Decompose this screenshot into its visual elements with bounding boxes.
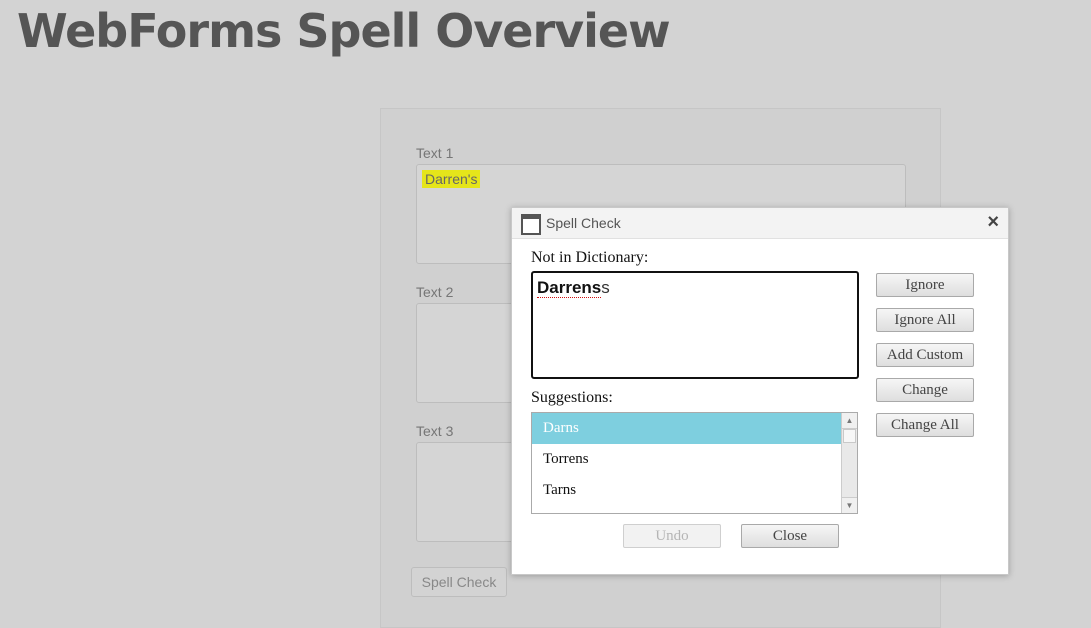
ignore-button[interactable]: Ignore [876, 273, 974, 297]
page-title: WebForms Spell Overview [17, 4, 671, 58]
suggestion-item[interactable]: Darns [532, 413, 841, 444]
text1-highlighted-word: Darren's [422, 170, 481, 188]
close-button[interactable]: Close [741, 524, 839, 548]
close-icon[interactable]: × [987, 211, 999, 234]
dialog-title: Spell Check [546, 215, 621, 231]
suggestion-item[interactable]: Tarns [532, 475, 841, 506]
add-custom-button[interactable]: Add Custom [876, 343, 974, 367]
change-button[interactable]: Change [876, 378, 974, 402]
change-all-button[interactable]: Change All [876, 413, 974, 437]
misspelled-word-suffix: s [601, 278, 610, 297]
suggestions-list[interactable]: Darns Torrens Tarns ▲ ▼ [531, 412, 858, 514]
dialog-titlebar[interactable]: Spell Check × [512, 208, 1008, 239]
not-in-dictionary-label: Not in Dictionary: [531, 249, 649, 266]
suggestion-item[interactable]: Torrens [532, 444, 841, 475]
window-icon [521, 214, 541, 235]
spell-check-dialog: Spell Check × Not in Dictionary: Darrens… [511, 207, 1009, 575]
undo-button[interactable]: Undo [623, 524, 721, 548]
text2-label: Text 2 [416, 284, 454, 300]
text3-label: Text 3 [416, 423, 454, 439]
scroll-down-arrow-icon[interactable]: ▼ [842, 497, 857, 513]
scroll-up-arrow-icon[interactable]: ▲ [842, 413, 857, 429]
ignore-all-button[interactable]: Ignore All [876, 308, 974, 332]
scroll-thumb[interactable] [843, 429, 856, 443]
text1-label: Text 1 [416, 145, 454, 161]
misspelled-word: Darrens [537, 278, 602, 298]
not-in-dictionary-box[interactable]: Darrenss [531, 271, 859, 379]
spell-check-button[interactable]: Spell Check [411, 567, 507, 597]
suggestions-label: Suggestions: [531, 389, 613, 406]
suggestions-scrollbar[interactable]: ▲ ▼ [841, 413, 857, 513]
